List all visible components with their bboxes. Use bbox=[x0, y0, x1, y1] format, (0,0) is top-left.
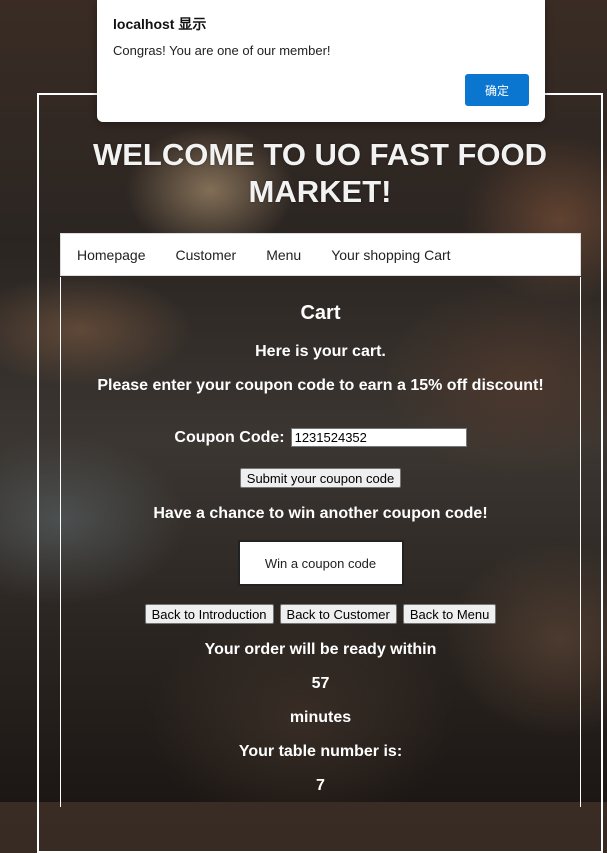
back-to-introduction-button[interactable]: Back to Introduction bbox=[144, 604, 274, 624]
cart-intro: Here is your cart. bbox=[255, 343, 386, 360]
back-to-customer-button[interactable]: Back to Customer bbox=[279, 604, 397, 624]
nav-homepage[interactable]: Homepage bbox=[77, 247, 146, 263]
minutes-label: minutes bbox=[289, 709, 352, 726]
nav-shopping-cart[interactable]: Your shopping Cart bbox=[331, 247, 450, 263]
coupon-prompt: Please enter your coupon code to earn a … bbox=[97, 377, 544, 394]
nav-menu[interactable]: Menu bbox=[266, 247, 301, 263]
coupon-label: Coupon Code: bbox=[174, 428, 285, 446]
dialog-title: localhost 显示 bbox=[113, 16, 207, 32]
coupon-row: Coupon Code: bbox=[61, 428, 580, 447]
back-to-menu-button[interactable]: Back to Menu bbox=[402, 604, 497, 624]
dialog-ok-button[interactable]: 确定 bbox=[465, 74, 529, 106]
ready-minutes-value: 57 bbox=[311, 675, 330, 692]
dialog-message: Congras! You are one of our member! bbox=[113, 43, 331, 58]
nav-customer[interactable]: Customer bbox=[176, 247, 237, 263]
back-buttons-row: Back to Introduction Back to Customer Ba… bbox=[61, 604, 580, 624]
submit-coupon-button[interactable]: Submit your coupon code bbox=[239, 468, 402, 488]
win-row: Win a coupon code bbox=[61, 540, 580, 586]
submit-row: Submit your coupon code bbox=[61, 468, 580, 488]
coupon-input[interactable] bbox=[290, 428, 467, 447]
table-number-value: 7 bbox=[316, 777, 325, 794]
win-coupon-button[interactable]: Win a coupon code bbox=[237, 540, 404, 586]
table-number-text: Your table number is: bbox=[238, 743, 403, 760]
cart-section: Cart Here is your cart. Please enter you… bbox=[60, 277, 581, 807]
cart-heading: Cart bbox=[300, 302, 341, 324]
order-ready-text: Your order will be ready within bbox=[204, 641, 437, 658]
chance-text: Have a chance to win another coupon code… bbox=[153, 505, 488, 522]
alert-dialog: localhost 显示 Congras! You are one of our… bbox=[97, 0, 545, 122]
nav-bar: Homepage Customer Menu Your shopping Car… bbox=[60, 233, 581, 276]
page-title: WELCOME TO UO FAST FOOD MARKET! bbox=[92, 137, 548, 209]
